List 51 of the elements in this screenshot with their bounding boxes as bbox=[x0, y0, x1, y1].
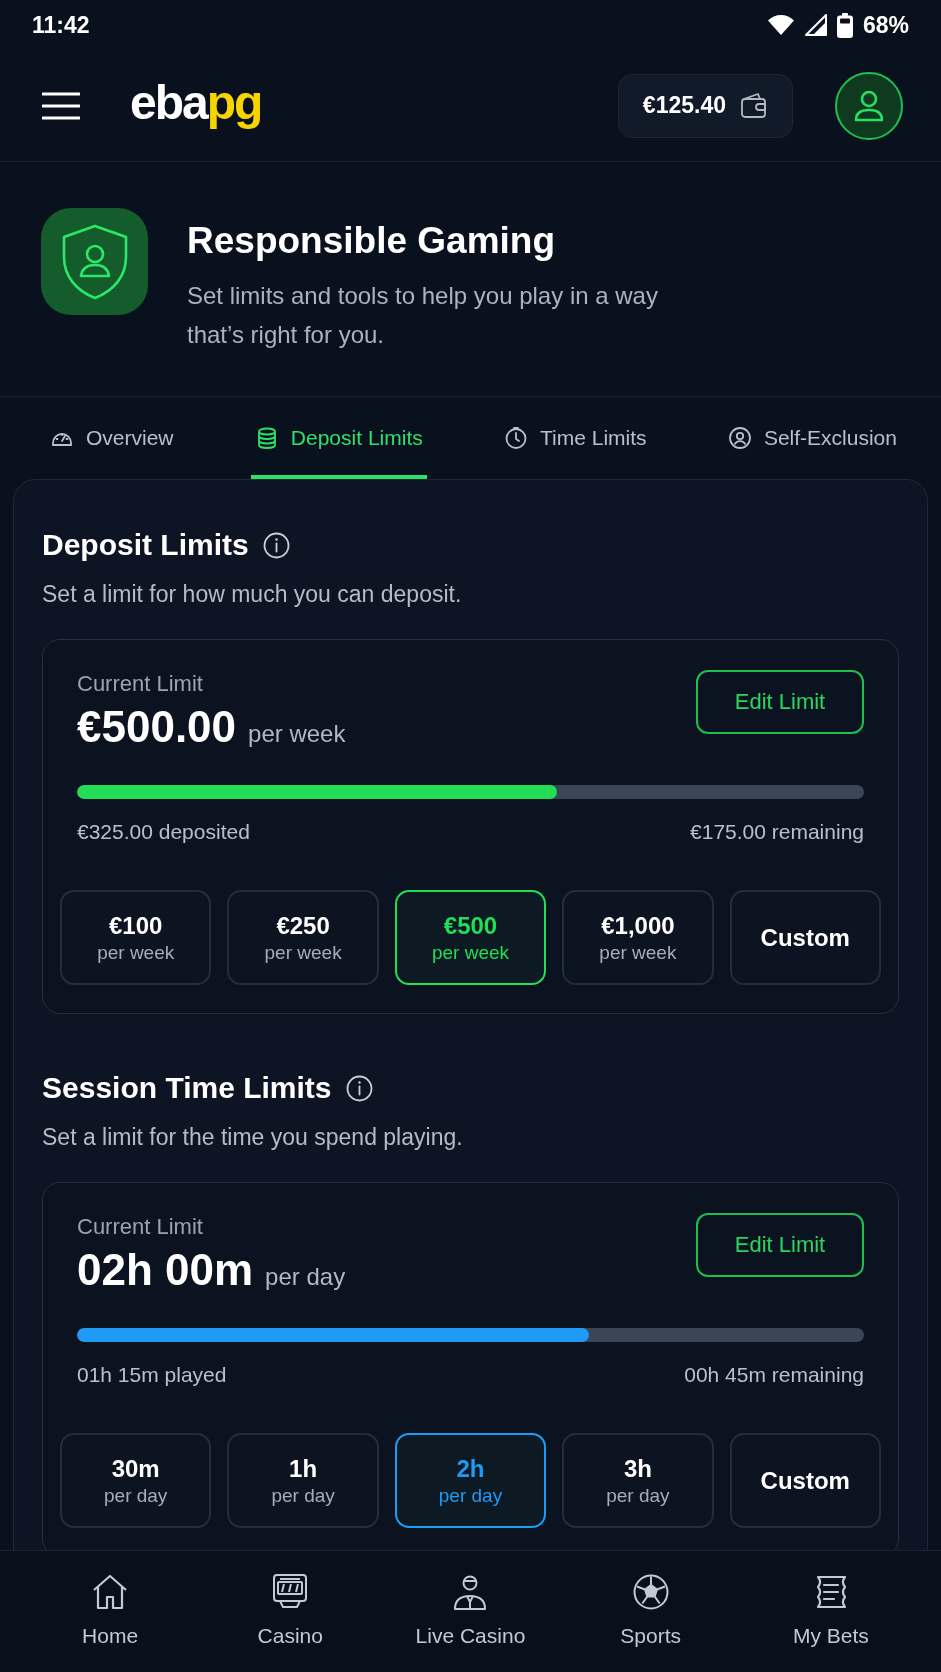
limit-option[interactable]: €1,000 per week bbox=[562, 890, 714, 985]
menu-icon bbox=[42, 90, 80, 121]
used-amount: €325.00 deposited bbox=[77, 818, 250, 845]
limit-option[interactable]: €250 per week bbox=[227, 890, 379, 985]
clock-icon bbox=[504, 426, 529, 450]
limit-period: per day bbox=[265, 1261, 346, 1292]
tab[interactable]: Self-Exclusion bbox=[723, 397, 901, 479]
section-description: Set a limit for how much you can deposit. bbox=[42, 580, 463, 609]
status-time: 11:42 bbox=[32, 10, 90, 40]
used-amount: 01h 15m played bbox=[77, 1361, 227, 1388]
limit-option[interactable]: Custom bbox=[729, 1433, 881, 1528]
remaining-amount: 00h 45m remaining bbox=[684, 1361, 864, 1388]
nav-item[interactable]: My Bets bbox=[745, 1551, 916, 1672]
limit-option[interactable]: Custom bbox=[729, 890, 881, 985]
signal-icon bbox=[804, 14, 827, 36]
section-title: Session Time Limits bbox=[42, 1070, 332, 1106]
edit-limit-button[interactable]: Edit Limit bbox=[696, 1212, 864, 1277]
page-subtitle: Set limits and tools to help you play in a way that’s right for you. bbox=[187, 281, 659, 350]
limit-option[interactable]: 3h per day bbox=[562, 1433, 714, 1528]
nav-item[interactable]: Live Casino bbox=[385, 1551, 556, 1672]
current-limit-label: Current Limit bbox=[77, 669, 204, 698]
shield-user-icon bbox=[41, 208, 148, 315]
edit-limit-button[interactable]: Edit Limit bbox=[696, 669, 864, 734]
nav-item[interactable]: Casino bbox=[205, 1551, 376, 1672]
brand-logo[interactable]: ebapg bbox=[130, 78, 262, 133]
tab[interactable]: Time Limits bbox=[500, 397, 651, 479]
user-icon bbox=[854, 89, 884, 122]
current-limit-value: 02h 00m bbox=[77, 1243, 254, 1296]
section-description: Set a limit for the time you spend playing. bbox=[42, 1123, 464, 1152]
balance-button[interactable]: €125.40 bbox=[617, 73, 793, 138]
limit-option[interactable]: €100 per week bbox=[60, 890, 212, 985]
info-icon[interactable] bbox=[262, 531, 290, 559]
tab[interactable]: Overview bbox=[46, 397, 178, 479]
limit-option[interactable]: €500 per week bbox=[394, 890, 547, 985]
nav-item[interactable]: Sports bbox=[565, 1551, 736, 1672]
wallet-icon bbox=[740, 92, 768, 119]
nav-item[interactable]: Home bbox=[25, 1551, 196, 1672]
user-circle-icon bbox=[727, 426, 752, 450]
limit-option[interactable]: 30m per day bbox=[60, 1433, 212, 1528]
limit-period: per week bbox=[248, 718, 346, 749]
current-limit-value: €500.00 bbox=[77, 700, 237, 753]
section-title: Deposit Limits bbox=[42, 527, 249, 563]
limit-option[interactable]: 2h per day bbox=[394, 1433, 547, 1528]
limit-option[interactable]: 1h per day bbox=[227, 1433, 379, 1528]
current-limit-label: Current Limit bbox=[77, 1212, 204, 1241]
remaining-amount: €175.00 remaining bbox=[690, 818, 864, 845]
battery-icon bbox=[836, 12, 853, 38]
info-icon[interactable] bbox=[345, 1074, 373, 1102]
page-title: Responsible Gaming bbox=[187, 219, 556, 263]
wifi-icon bbox=[766, 14, 795, 36]
battery-percent: 68% bbox=[862, 10, 909, 40]
